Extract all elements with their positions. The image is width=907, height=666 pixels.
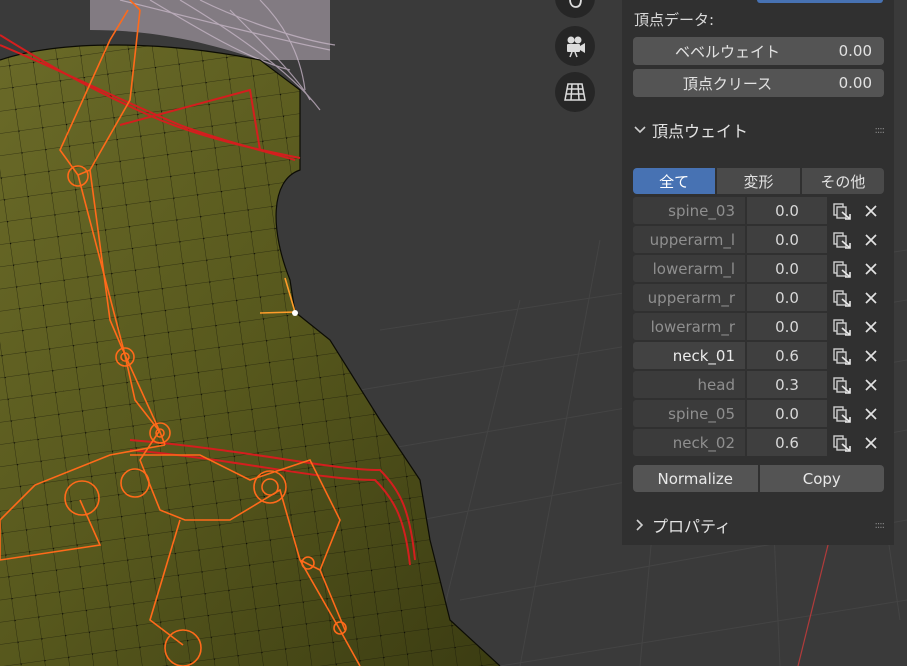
chevron-down-icon: [630, 126, 650, 134]
copy-icon: [833, 347, 851, 365]
properties-title: プロパティ: [652, 517, 732, 536]
copy-icon: [833, 202, 851, 220]
bevel-weight-field[interactable]: ベベルウェイト 0.00: [633, 37, 884, 65]
group-name[interactable]: neck_01: [633, 342, 745, 369]
copy-icon: [833, 405, 851, 423]
close-icon: [864, 204, 877, 217]
grip-icon[interactable]: ::::: [875, 520, 888, 531]
weight-row: spine_03 0.0: [633, 197, 884, 224]
weight-value[interactable]: 0.6: [747, 342, 827, 369]
close-icon: [864, 262, 877, 275]
group-name[interactable]: lowerarm_r: [633, 313, 745, 340]
vertex-crease-field[interactable]: 頂点クリース 0.00: [633, 69, 884, 97]
weight-value[interactable]: 0.0: [747, 284, 827, 311]
copy-weight-button[interactable]: [827, 429, 857, 456]
weight-actions: Normalize Copy: [633, 465, 884, 492]
copy-weight-button[interactable]: [827, 400, 857, 427]
close-icon: [864, 436, 877, 449]
camera-view-button[interactable]: [555, 26, 595, 66]
group-name[interactable]: upperarm_l: [633, 226, 745, 253]
copy-icon: [833, 260, 851, 278]
hand-icon: [569, 0, 582, 8]
toggle-perspective-button[interactable]: [555, 72, 595, 112]
properties-header[interactable]: プロパティ ::::: [630, 513, 888, 537]
remove-weight-button[interactable]: [857, 400, 884, 427]
weight-row: neck_02 0.6: [633, 429, 884, 456]
close-icon: [864, 349, 877, 362]
remove-weight-button[interactable]: [857, 313, 884, 340]
vertex-weights-header[interactable]: 頂点ウェイト ::::: [630, 118, 888, 142]
weight-row: neck_01 0.6: [633, 342, 884, 369]
sidebar-panel: 頂点データ: ベベルウェイト 0.00 頂点クリース 0.00 頂点ウェイト :…: [622, 0, 894, 545]
grid-icon: [564, 83, 586, 101]
group-name[interactable]: neck_02: [633, 429, 745, 456]
remove-weight-button[interactable]: [857, 284, 884, 311]
vertex-data-label: 頂点データ:: [634, 11, 715, 29]
weight-row: spine_05 0.0: [633, 400, 884, 427]
camera-icon: [567, 36, 585, 58]
copy-weight-button[interactable]: [827, 197, 857, 224]
copy-icon: [833, 318, 851, 336]
remove-weight-button[interactable]: [857, 255, 884, 282]
remove-weight-button[interactable]: [857, 342, 884, 369]
bevel-weight-label: ベベルウェイト: [674, 42, 780, 61]
close-icon: [864, 407, 877, 420]
weight-row: upperarm_l 0.0: [633, 226, 884, 253]
close-icon: [864, 378, 877, 391]
copy-icon: [833, 376, 851, 394]
remove-weight-button[interactable]: [857, 226, 884, 253]
copy-weight-button[interactable]: [827, 371, 857, 398]
weight-row: lowerarm_r 0.0: [633, 313, 884, 340]
tab-other[interactable]: その他: [801, 168, 884, 194]
vertex-crease-label: 頂点クリース: [682, 74, 773, 93]
weight-value[interactable]: 0.0: [747, 226, 827, 253]
remove-weight-button[interactable]: [857, 371, 884, 398]
copy-icon: [833, 289, 851, 307]
normalize-button[interactable]: Normalize: [633, 465, 758, 492]
bevel-weight-value: 0.00: [838, 42, 872, 60]
weight-value[interactable]: 0.3: [747, 371, 827, 398]
group-name[interactable]: lowerarm_l: [633, 255, 745, 282]
vertex-weights-title: 頂点ウェイト: [652, 122, 749, 141]
weight-value[interactable]: 0.0: [747, 197, 827, 224]
group-name[interactable]: spine_05: [633, 400, 745, 427]
copy-weight-button[interactable]: [827, 313, 857, 340]
tab-deform[interactable]: 変形: [717, 168, 800, 194]
close-icon: [864, 233, 877, 246]
weight-filter-tabs: 全て 変形 その他: [633, 168, 884, 194]
remove-weight-button[interactable]: [857, 197, 884, 224]
weight-value[interactable]: 0.0: [747, 313, 827, 340]
weight-row: head 0.3: [633, 371, 884, 398]
close-icon: [864, 291, 877, 304]
grip-icon[interactable]: ::::: [875, 125, 888, 136]
weight-row: lowerarm_l 0.0: [633, 255, 884, 282]
copy-icon: [833, 434, 851, 452]
remove-weight-button[interactable]: [857, 429, 884, 456]
copy-weight-button[interactable]: [827, 342, 857, 369]
weight-row: upperarm_r 0.0: [633, 284, 884, 311]
weight-value[interactable]: 0.0: [747, 400, 827, 427]
group-name[interactable]: spine_03: [633, 197, 745, 224]
panel-top-accent: [757, 0, 883, 3]
copy-weight-button[interactable]: [827, 284, 857, 311]
weight-value[interactable]: 0.6: [747, 429, 827, 456]
copy-weight-button[interactable]: [827, 226, 857, 253]
weight-value[interactable]: 0.0: [747, 255, 827, 282]
vertex-crease-value: 0.00: [838, 74, 872, 92]
copy-weight-button[interactable]: [827, 255, 857, 282]
chevron-right-icon: [630, 519, 650, 531]
copy-icon: [833, 231, 851, 249]
close-icon: [864, 320, 877, 333]
tab-all[interactable]: 全て: [633, 168, 716, 194]
copy-button[interactable]: Copy: [759, 465, 884, 492]
group-name[interactable]: upperarm_r: [633, 284, 745, 311]
group-name[interactable]: head: [633, 371, 745, 398]
